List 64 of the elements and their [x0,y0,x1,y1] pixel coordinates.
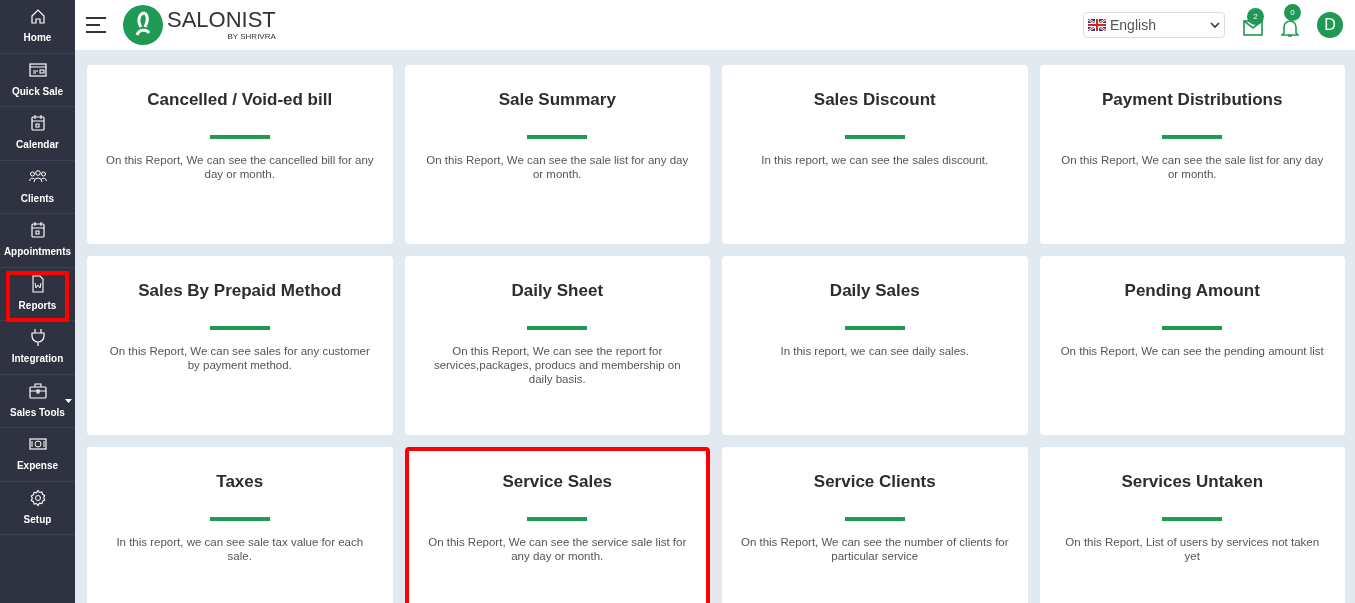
report-title: Pending Amount [1124,280,1260,302]
home-icon [28,7,47,26]
sidebar-item[interactable]: Reports [0,267,75,321]
sidebar-item[interactable]: Calendar [0,107,75,161]
language-select[interactable]: English [1083,12,1225,38]
report-description: On this Report, We can see sales for any customer by payment method. [108,343,371,372]
report-card[interactable]: Service Sales On this Report, We can see the service sale list for any day or month. [404,447,710,603]
sidebar-item[interactable]: Sales Tools [0,374,75,428]
report-description: In this report, we can see sale tax value for each sale. [115,534,365,563]
calendar-icon [28,114,47,133]
menu-icon[interactable] [85,16,107,34]
report-title: Service Clients [813,471,936,493]
notification-count-badge: 0 [1284,4,1301,21]
report-card[interactable]: Sales By Prepaid Method On this Report, We can see sales for any customer by payment method. [87,256,393,435]
report-title: Cancelled / Void-ed bill [147,89,333,111]
user-avatar[interactable]: D [1317,12,1343,38]
report-card[interactable]: Sales Discount In this report, we can see the sales discount. [722,65,1028,244]
settings-icon [28,488,47,507]
report-title: Daily Sales [829,280,920,302]
report-description: On this Report, We can see the sale list for any day or month. [1060,152,1325,181]
report-title: Daily Sheet [511,280,604,302]
report-card[interactable]: Payment Distributions On this Report, We can see the sale list for any day or month. [1039,65,1345,244]
report-title: Payment Distributions [1102,89,1283,111]
register-icon [28,60,47,79]
chevron-down-icon [1210,22,1220,28]
report-card[interactable]: Daily Sales In this report, we can see daily sales. [722,256,1028,435]
report-card[interactable]: Daily Sheet On this Report, We can see the report for services,packages, producs and membership on daily basis. [404,256,710,435]
report-description: In this report, we can see the sales discount. [761,152,989,167]
report-card[interactable]: Pending Amount On this Report, We can see the pending amount list [1039,256,1345,435]
logo-icon [123,5,163,45]
flag-icon [1088,19,1106,31]
report-title: Sales Discount [813,89,936,111]
report-title: Sale Summary [498,89,616,111]
logo-tagline: BY SHRIVRA [227,33,276,41]
sidebar-item[interactable]: Integration [0,321,75,375]
sidebar-item[interactable]: Appointments [0,214,75,268]
report-description: On this Report, We can see the report for services,packages, producs and membership on daily basis. [432,343,682,386]
report-title: Services Untaken [1121,471,1264,493]
plug-icon [28,328,47,347]
report-description: On this Report, We can see the cancelled bill for any day or month. [105,152,375,181]
report-description: On this Report, List of users by services not taken yet [1064,534,1321,563]
report-description: On this Report, We can see the number of clients for particular service [740,534,1010,563]
report-card[interactable]: Taxes In this report, we can see sale tax value for each sale. [87,447,393,603]
report-card[interactable]: Service Clients On this Report, We can see the number of clients for particular service [722,447,1028,603]
bell-icon[interactable] [1281,18,1299,38]
briefcase-icon [28,381,47,400]
mail-icon[interactable] [1243,20,1263,36]
report-description: In this report, we can see daily sales. [780,343,970,358]
report-description: On this Report, We can see the service sale list for any day or month. [427,534,688,563]
report-card[interactable]: Sale Summary On this Report, We can see the sale list for any day or month. [404,65,710,244]
report-title: Sales By Prepaid Method [138,280,342,302]
sidebar-item[interactable]: Quick Sale [0,53,75,107]
report-card[interactable]: Services Untaken On this Report, List of users by services not taken yet [1039,447,1345,603]
sidebar-item[interactable]: Clients [0,160,75,214]
sidebar-item[interactable]: Setup [0,481,75,535]
report-title: Taxes [216,471,264,493]
report-title: Service Sales [502,471,613,493]
report-card[interactable]: Cancelled / Void-ed bill On this Report, We can see the cancelled bill for any day or month. [87,65,393,244]
sidebar-item[interactable]: Expense [0,428,75,482]
mail-count-badge: 2 [1247,8,1264,25]
logo-name: SALONIST [167,9,276,31]
report-description: On this Report, We can see the pending amount list [1060,343,1324,358]
calendar-icon [28,221,47,240]
report-description: On this Report, We can see the sale list for any day or month. [425,152,690,181]
